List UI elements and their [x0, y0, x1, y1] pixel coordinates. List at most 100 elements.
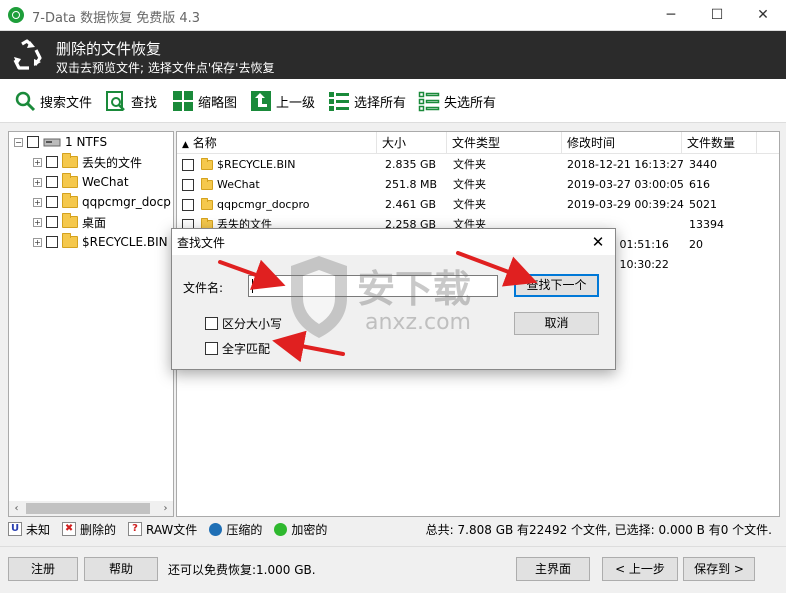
expand-icon[interactable]: + [33, 217, 42, 227]
header-banner: 删除的文件恢复 双击去预览文件; 选择文件点'保存'去恢复 [0, 31, 786, 79]
deselect-all-button[interactable]: 失选所有 [418, 89, 496, 113]
tree-root-checkbox[interactable] [27, 136, 39, 148]
collapse-icon[interactable]: − [14, 137, 23, 147]
deleted-icon: ✖ [62, 522, 77, 536]
expand-icon[interactable]: + [33, 157, 42, 167]
free-recovery-info: 还可以免费恢复:1.000 GB. [168, 563, 316, 577]
maximize-button[interactable]: ☐ [694, 0, 740, 31]
compressed-icon [209, 522, 223, 536]
recycle-icon [13, 39, 42, 70]
column-count[interactable]: 文件数量 [682, 132, 757, 154]
lost-folder-icon [62, 153, 78, 168]
checkbox-box[interactable] [205, 342, 218, 355]
tree-item-label: qqpcmgr_docp [82, 195, 171, 209]
cancel-button[interactable]: 取消 [514, 312, 599, 335]
search-icon [15, 91, 36, 112]
text-caret [252, 279, 253, 293]
expand-icon[interactable]: + [33, 197, 42, 207]
select-all-icon [329, 92, 349, 111]
cell-type: 文件夹 [453, 198, 486, 211]
column-type[interactable]: 文件类型 [447, 132, 562, 154]
cell-count: 5021 [689, 198, 717, 211]
filename-input[interactable] [248, 275, 498, 297]
tree-item-checkbox[interactable] [46, 236, 58, 248]
tree-item-qqpcmgr[interactable]: + qqpcmgr_docp [33, 192, 171, 212]
cell-size: 251.8 MB [385, 178, 438, 191]
tree-item-recycle-bin[interactable]: + $RECYCLE.BIN [33, 232, 168, 252]
register-button[interactable]: 注册 [8, 557, 78, 581]
cell-name: qqpcmgr_docpro [217, 198, 310, 211]
column-size[interactable]: 大小 [377, 132, 447, 154]
tree-item-lost-files[interactable]: + 丢失的文件 [33, 152, 142, 172]
minimize-button[interactable]: ─ [648, 0, 694, 31]
folder-tree: − 1 NTFS + 丢失的文件 + WeChat + qqpcmgr_docp… [8, 131, 174, 517]
table-row[interactable]: $RECYCLE.BIN 2.835 GB 文件夹 2018-12-21 16:… [177, 155, 779, 175]
cell-name: WeChat [217, 178, 260, 191]
cell-size: 2.835 GB [385, 158, 437, 171]
tree-item-checkbox[interactable] [46, 196, 58, 208]
find-next-button[interactable]: 查找下一个 [514, 274, 599, 297]
deleted-folder-icon [62, 173, 78, 188]
checkbox-box[interactable] [205, 317, 218, 330]
window-title: 7-Data 数据恢复 免费版 4.3 [32, 11, 201, 26]
thumbnails-icon [173, 91, 193, 111]
tree-item-wechat[interactable]: + WeChat [33, 172, 129, 192]
folder-icon [201, 198, 213, 210]
find-label: 查找 [131, 95, 158, 111]
close-button[interactable]: ✕ [740, 0, 786, 31]
scroll-right-icon[interactable]: › [158, 501, 173, 516]
whole-match-checkbox[interactable]: 全字匹配 [205, 340, 270, 357]
column-name[interactable]: ▲ 名称 [177, 132, 377, 154]
find-icon [106, 91, 125, 111]
tree-item-checkbox[interactable] [46, 156, 58, 168]
expand-icon[interactable]: + [33, 237, 42, 247]
unknown-icon: U [8, 522, 22, 536]
deleted-folder-icon [201, 178, 213, 190]
dialog-close-button[interactable]: ✕ [587, 231, 609, 253]
tree-item-checkbox[interactable] [46, 216, 58, 228]
legend-raw: ? RAW文件 [128, 521, 197, 538]
encrypted-icon [274, 522, 288, 536]
legend-encrypted: 加密的 [274, 521, 327, 538]
cell-modified: 2019-03-27 03:00:05 [567, 178, 684, 191]
banner-title: 删除的文件恢复 [56, 40, 162, 58]
scroll-left-icon[interactable]: ‹ [9, 501, 24, 516]
help-button[interactable]: 帮助 [84, 557, 158, 581]
tree-root[interactable]: − 1 NTFS [14, 132, 107, 152]
table-row[interactable]: qqpcmgr_docpro 2.461 GB 文件夹 2019-03-29 0… [177, 195, 779, 215]
scrollbar-thumb[interactable] [26, 503, 150, 514]
tree-item-label: 桌面 [82, 215, 107, 230]
column-modified[interactable]: 修改时间 [562, 132, 682, 154]
up-level-button[interactable]: 上一级 [250, 89, 315, 113]
row-checkbox[interactable] [182, 179, 194, 191]
cell-modified: 2018-12-21 16:13:27 [567, 158, 684, 171]
save-to-button[interactable]: 保存到 > [683, 557, 755, 581]
filename-label: 文件名: [183, 281, 224, 295]
cell-modified: 9 01:51:16 [609, 238, 669, 251]
thumbnails-button[interactable]: 缩略图 [172, 89, 237, 113]
expand-icon[interactable]: + [33, 177, 42, 187]
list-header: ▲ 名称 大小 文件类型 修改时间 文件数量 [177, 132, 779, 154]
previous-button[interactable]: < 上一步 [602, 557, 678, 581]
select-all-button[interactable]: 选择所有 [328, 89, 406, 113]
row-checkbox[interactable] [182, 159, 194, 171]
folder-icon [62, 233, 78, 248]
drive-icon [43, 138, 61, 147]
row-checkbox[interactable] [182, 199, 194, 211]
table-row[interactable]: WeChat 251.8 MB 文件夹 2019-03-27 03:00:05 … [177, 175, 779, 195]
cell-count: 20 [689, 238, 703, 251]
main-screen-button[interactable]: 主界面 [516, 557, 590, 581]
cell-count: 616 [689, 178, 710, 191]
tree-item-checkbox[interactable] [46, 176, 58, 188]
thumbnails-label: 缩略图 [198, 95, 238, 111]
cell-size: 2.461 GB [385, 198, 437, 211]
app-icon [8, 7, 24, 23]
case-sensitive-checkbox[interactable]: 区分大小写 [205, 315, 282, 332]
tree-item-desktop[interactable]: + 桌面 [33, 212, 106, 232]
folder-icon [201, 158, 213, 170]
title-bar: 7-Data 数据恢复 免费版 4.3 ─ ☐ ✕ [0, 0, 786, 31]
find-button[interactable]: 查找 [105, 89, 157, 113]
tree-horizontal-scrollbar[interactable]: ‹ › [9, 501, 173, 516]
search-files-button[interactable]: 搜索文件 [14, 89, 92, 113]
deselect-all-icon [418, 91, 440, 112]
